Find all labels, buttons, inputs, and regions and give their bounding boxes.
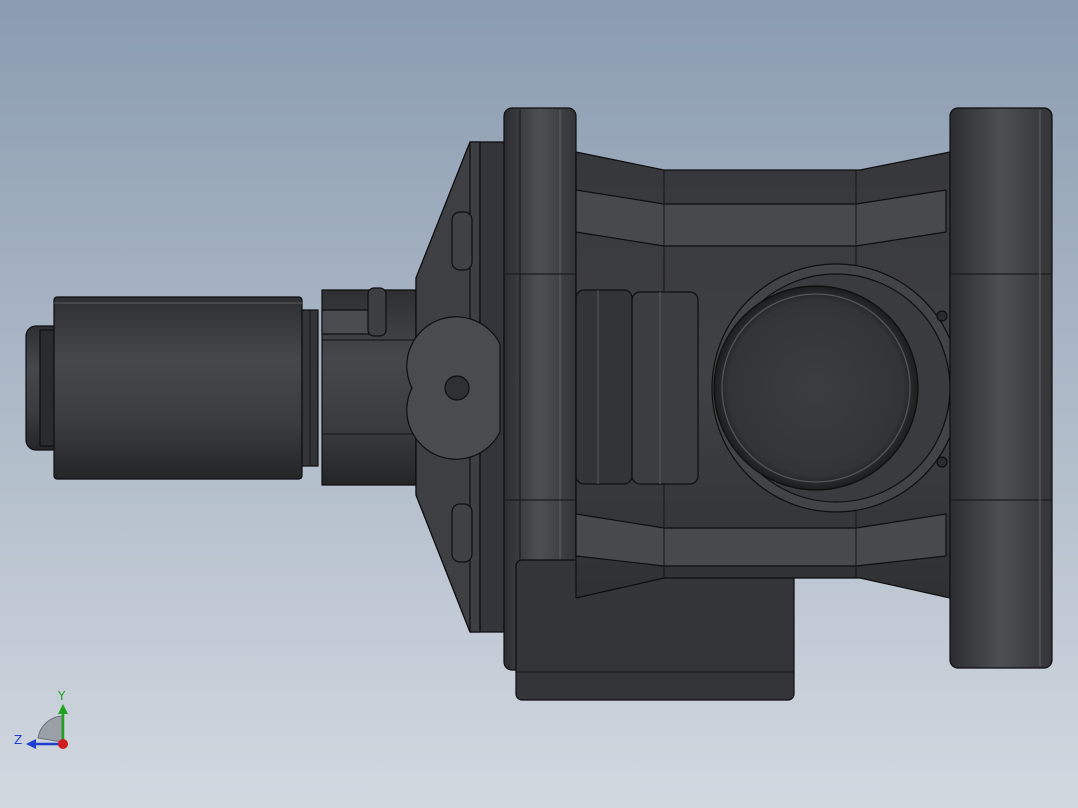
motor-cylinder[interactable] [25, 296, 319, 480]
pump-body[interactable] [575, 151, 961, 599]
mounting-hole [444, 375, 470, 401]
cad-3d-viewport[interactable]: Y Z [0, 0, 1078, 808]
coupling-housing[interactable] [321, 287, 417, 486]
x-axis-origin [58, 739, 68, 749]
rear-flange[interactable] [949, 107, 1053, 669]
port-bore [713, 285, 919, 491]
lower-port-boss[interactable] [515, 559, 795, 701]
z-axis-label: Z [14, 733, 22, 747]
y-axis-label: Y [57, 689, 66, 703]
